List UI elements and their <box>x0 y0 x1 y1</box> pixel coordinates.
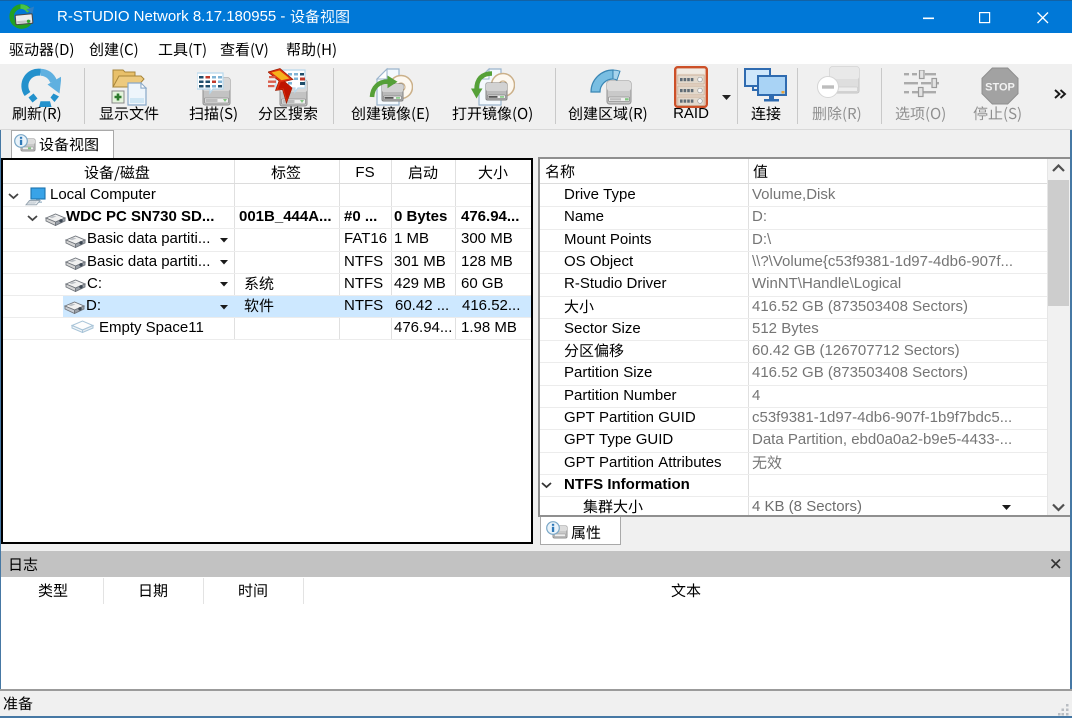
svg-text:STOP: STOP <box>985 82 1015 94</box>
